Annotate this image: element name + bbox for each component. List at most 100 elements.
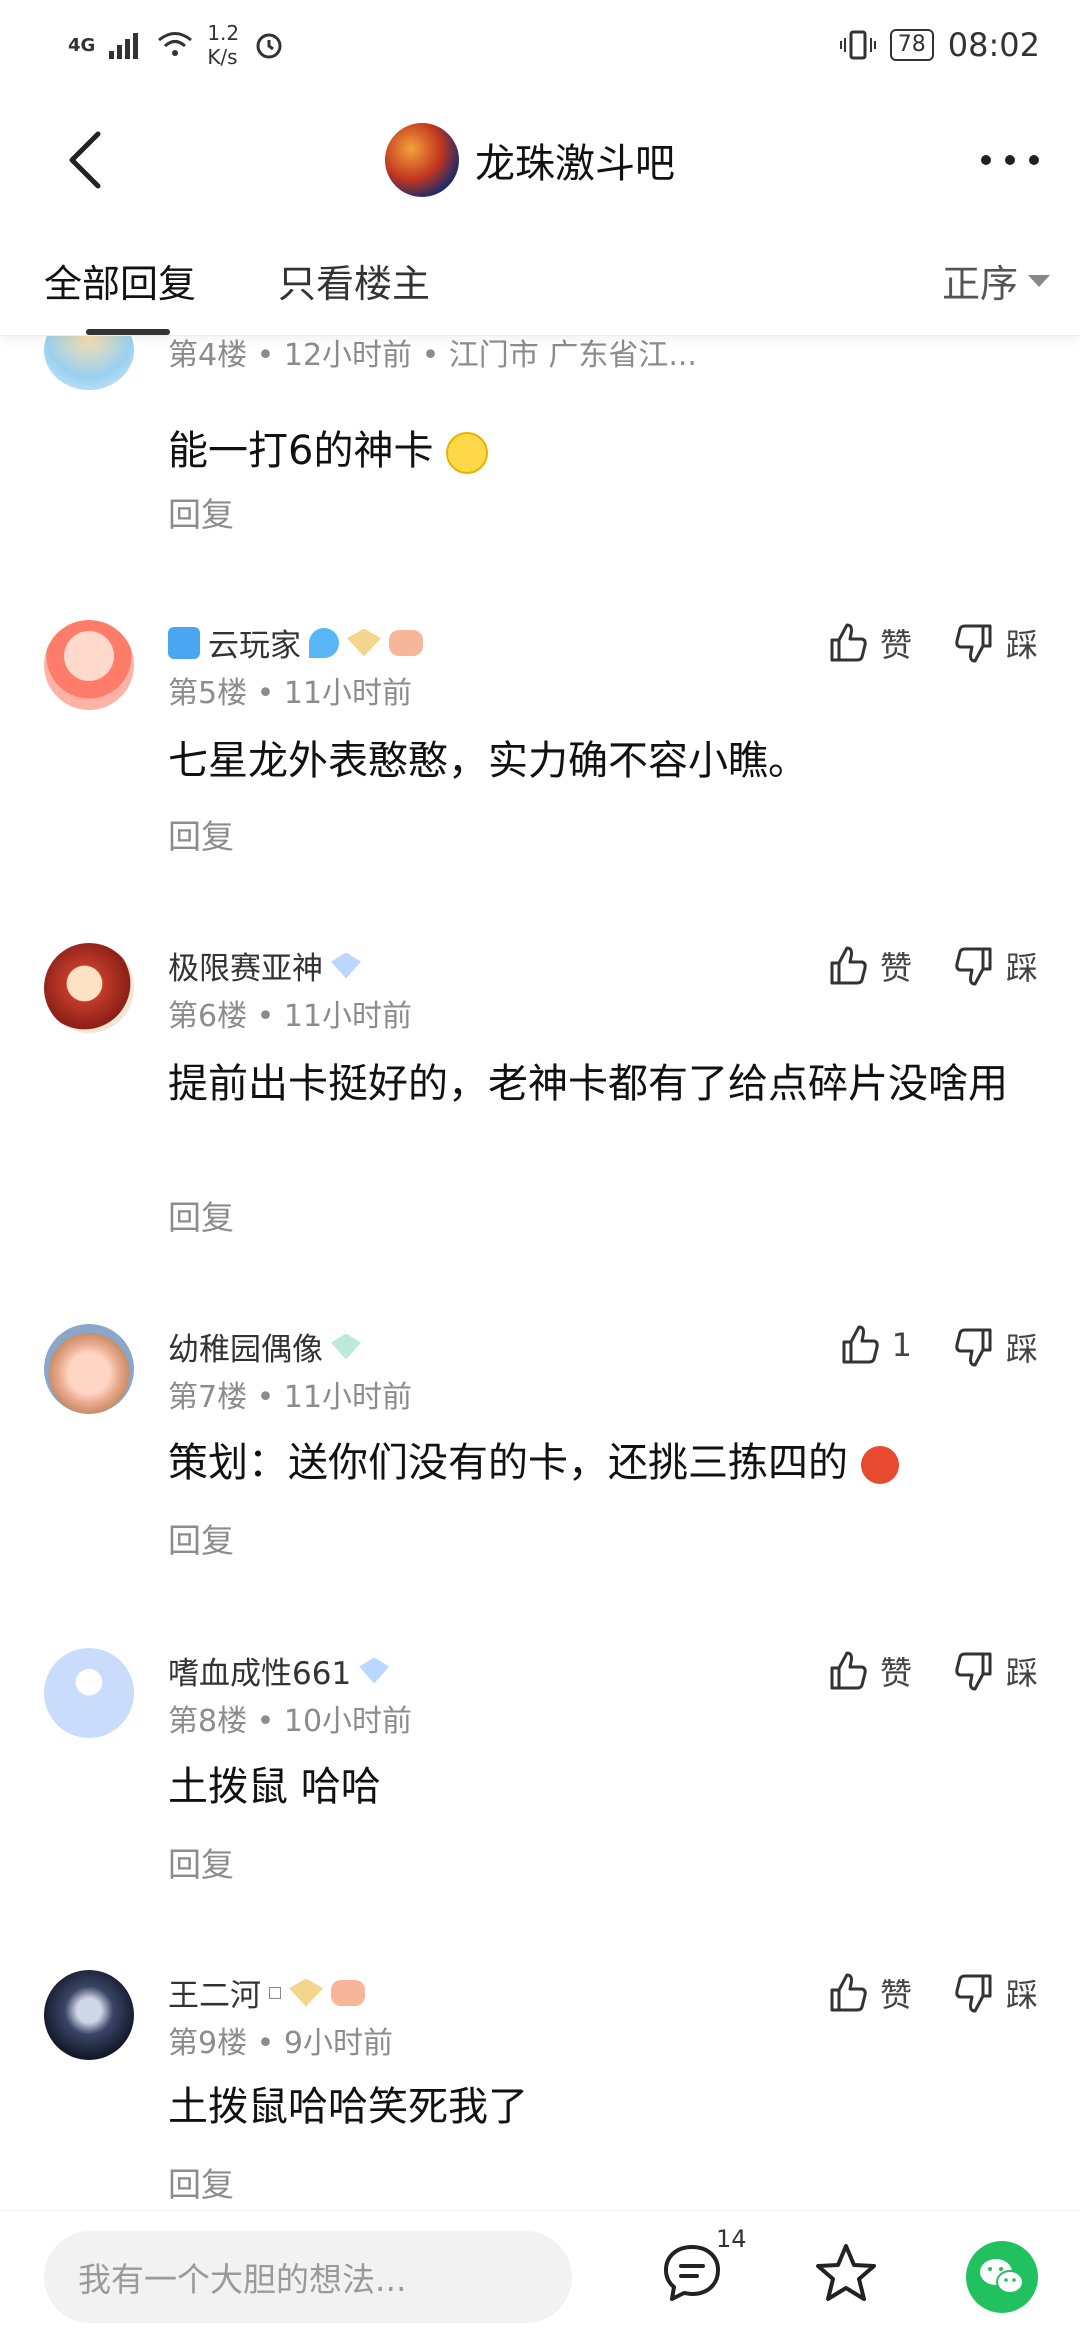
post-meta: 第5楼 • 11小时前 [168,676,413,711]
like-button[interactable]: 赞 [828,943,912,989]
reply-button[interactable]: 回复 [168,2158,234,2206]
status-left: 4G 1.2 K/s [68,20,285,70]
speed-value: 1.2 [207,21,240,45]
avatar[interactable] [44,1324,134,1414]
gamepad-badge-icon [389,629,423,656]
thumbs-up-icon [830,1651,867,1690]
thumbs-up-icon [830,623,867,662]
thumbs-down-icon [955,1652,992,1691]
avatar[interactable] [44,943,134,1033]
level-badge-icon [289,1978,323,2007]
like-label: 赞 [879,1654,912,1692]
thumbs-down-icon [955,947,992,986]
forum-title[interactable]: 龙珠激斗吧 [385,120,675,200]
dislike-button[interactable]: 踩 [954,620,1038,666]
like-button[interactable]: 1 [840,1324,912,1366]
more-icon[interactable] [978,140,1042,180]
list-item: 幼稚园偶像 第7楼 • 11小时前 1 踩 策划：送你们没有的卡，还挑三拣四的 … [0,1324,1080,1624]
status-right: 78 08:02 [839,20,1040,70]
comment-count: 14 [716,2225,747,2253]
tab-owner-only[interactable]: 只看楼主 [278,253,430,308]
like-button[interactable]: 赞 [828,1648,912,1694]
level-badge-icon [331,1333,361,1360]
comment-icon[interactable] [660,2241,724,2305]
back-icon[interactable] [58,128,118,192]
dislike-button[interactable]: 踩 [954,1970,1038,2016]
avatar[interactable] [44,620,134,710]
thumbs-down-icon [955,1328,992,1367]
page-title: 龙珠激斗吧 [475,141,675,187]
sort-label: 正序 [941,262,1018,306]
thumbs-up-icon [842,1325,879,1364]
forum-avatar [385,123,459,197]
network-label: 4G [68,34,96,56]
tab-indicator [86,329,170,335]
like-button[interactable]: 赞 [828,620,912,666]
post-meta: 第8楼 • 10小时前 [168,1704,413,1739]
wave-emoji-icon [168,626,200,659]
network-speed: 1.2 K/s [207,21,239,69]
reply-button[interactable]: 回复 [168,810,234,858]
thumbs-down-icon [955,624,992,663]
smile-emoji-icon [446,432,489,474]
like-label: 赞 [879,1976,912,2014]
dislike-button[interactable]: 踩 [954,1648,1038,1694]
avatar[interactable] [44,1970,134,2060]
avatar[interactable] [44,1648,134,1738]
chevron-down-icon [1028,274,1050,287]
post-meta: 第6楼 • 11小时前 [168,999,413,1034]
bottom-bar: 我有一个大胆的想法... 14 [0,2210,1080,2341]
level-badge-icon [331,952,361,979]
time: 08:02 [947,26,1040,64]
username-row[interactable]: 王二河 [168,1970,365,2015]
angry-emoji-icon [860,1446,899,1484]
username-row[interactable]: 幼稚园偶像 [168,1324,361,1369]
username-row[interactable]: 嗜血成性661 [168,1648,390,1693]
dislike-button[interactable]: 踩 [954,1324,1038,1370]
tab-bar: 全部回复 只看楼主 正序 [0,235,1080,336]
wechat-icon [980,2259,1024,2294]
reply-button[interactable]: 回复 [168,1838,234,1886]
username: 王二河 [168,1978,261,2014]
thumbs-up-icon [830,1973,867,2012]
like-count: 1 [891,1326,912,1364]
header: 龙珠激斗吧 [0,100,1080,220]
post-content: 土拨鼠 哈哈 [168,1764,381,1810]
status-bar: 4G 1.2 K/s 78 08:02 [0,0,1080,90]
tab-all-replies[interactable]: 全部回复 [44,253,196,308]
list-item: 嗜血成性661 第8楼 • 10小时前 赞 踩 土拨鼠 哈哈 回复 [0,1648,1080,1948]
wechat-share-button[interactable] [966,2241,1038,2313]
post-meta: 第7楼 • 11小时前 [168,1380,413,1415]
list-item: 王二河 第9楼 • 9小时前 赞 踩 土拨鼠哈哈笑死我了 回复 [0,1970,1080,2210]
gamepad-badge-icon [331,1979,365,2006]
star-icon[interactable] [814,2241,878,2305]
wifi-icon [158,32,193,56]
dislike-label: 踩 [1005,1654,1038,1692]
post-content: 七星龙外表憨憨，实力确不容小瞧。 [168,738,808,784]
post-content: 土拨鼠哈哈笑死我了 [168,2084,528,2130]
reply-input[interactable]: 我有一个大胆的想法... [44,2231,572,2323]
list-item: 云玩家 第5楼 • 11小时前 赞 踩 七星龙外表憨憨，实力确不容小瞧。 回复 [0,620,1080,920]
dislike-label: 踩 [1005,1330,1038,1368]
post-text: 能一打6的神卡 [168,428,434,474]
vibrate-icon [839,30,876,60]
reply-button[interactable]: 回复 [168,1191,234,1239]
reply-button[interactable]: 回复 [168,488,234,536]
username-row[interactable]: 云玩家 [168,620,423,665]
list-item: 第4楼 • 12小时前 • 江门市 广东省江... 能一打6的神卡 回复 [0,300,1080,580]
post-meta: 第4楼 • 12小时前 • 江门市 广东省江... [168,338,697,373]
like-button[interactable]: 赞 [828,1970,912,2016]
list-item: 极限赛亚神 第6楼 • 11小时前 赞 踩 提前出卡挺好的，老神卡都有了给点碎片… [0,943,1080,1283]
post-text: 策划：送你们没有的卡，还挑三拣四的 [168,1440,848,1486]
level-badge-icon [359,1657,390,1684]
post-content: 能一打6的神卡 [168,422,1038,480]
username-row[interactable]: 极限赛亚神 [168,943,361,988]
signal-icon [109,33,139,59]
sort-dropdown[interactable]: 正序 [942,253,1050,308]
username: 嗜血成性661 [168,1656,352,1692]
dislike-button[interactable]: 踩 [954,943,1038,989]
small-square-icon [269,1986,281,1999]
reply-button[interactable]: 回复 [168,1514,234,1562]
like-label: 赞 [879,949,912,987]
post-meta: 第9楼 • 9小时前 [168,2026,393,2061]
